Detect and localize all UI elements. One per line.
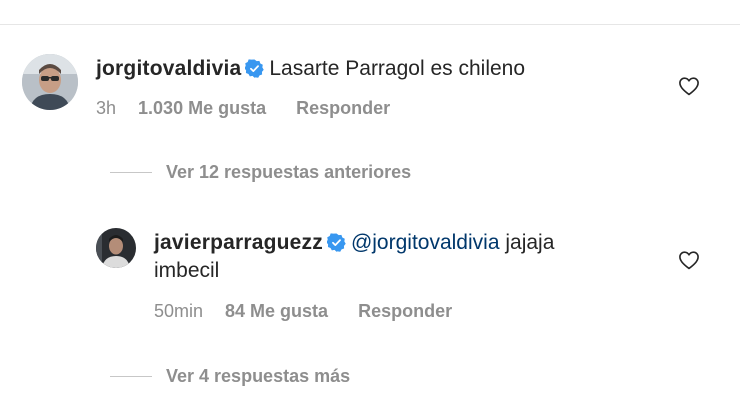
reply-text-line2: imbecil [154,259,220,282]
view-more-replies-button[interactable]: Ver 4 respuestas más [110,366,350,387]
comment-reply-button[interactable]: Responder [296,98,390,118]
view-previous-replies-button[interactable]: Ver 12 respuestas anteriores [110,162,411,183]
replies-dash [110,376,152,377]
reply-mention-link[interactable]: @jorgitovaldivia [351,231,500,254]
view-previous-replies-label: Ver 12 respuestas anteriores [166,162,412,182]
heart-outline-icon[interactable] [678,250,700,270]
reply-line-1: javierparraguezz @jorgitovaldivia jajaja [154,228,554,258]
reply-text: jajaja [499,231,555,254]
reply-username[interactable]: javierparraguezz [154,231,323,254]
view-more-replies-label: Ver 4 respuestas más [166,366,351,386]
reply-line-2: imbecil [154,256,219,286]
avatar-javierparraguezz[interactable] [96,228,136,268]
top-divider [0,24,740,25]
comment-main: jorgitovaldivia Lasarte Parragol es chile… [96,54,525,84]
comment-username[interactable]: jorgitovaldivia [96,57,241,80]
verified-badge-icon [245,59,265,78]
verified-badge-icon [326,233,346,252]
reply-likes-count[interactable]: 84 Me gusta [225,301,328,321]
reply-time[interactable]: 50min [154,301,203,321]
avatar-jorgitovaldivia[interactable] [22,54,78,110]
reply-reply-button[interactable]: Responder [358,301,452,321]
comment-meta: 3h 1.030 Me gusta Responder [96,97,390,119]
comment-text: Lasarte Parragol es chileno [269,57,526,80]
comment-time[interactable]: 3h [96,98,116,118]
replies-dash [110,172,152,173]
heart-outline-icon[interactable] [678,76,700,96]
comment-likes-count[interactable]: 1.030 Me gusta [138,98,266,118]
reply-meta: 50min 84 Me gusta Responder [154,300,452,322]
